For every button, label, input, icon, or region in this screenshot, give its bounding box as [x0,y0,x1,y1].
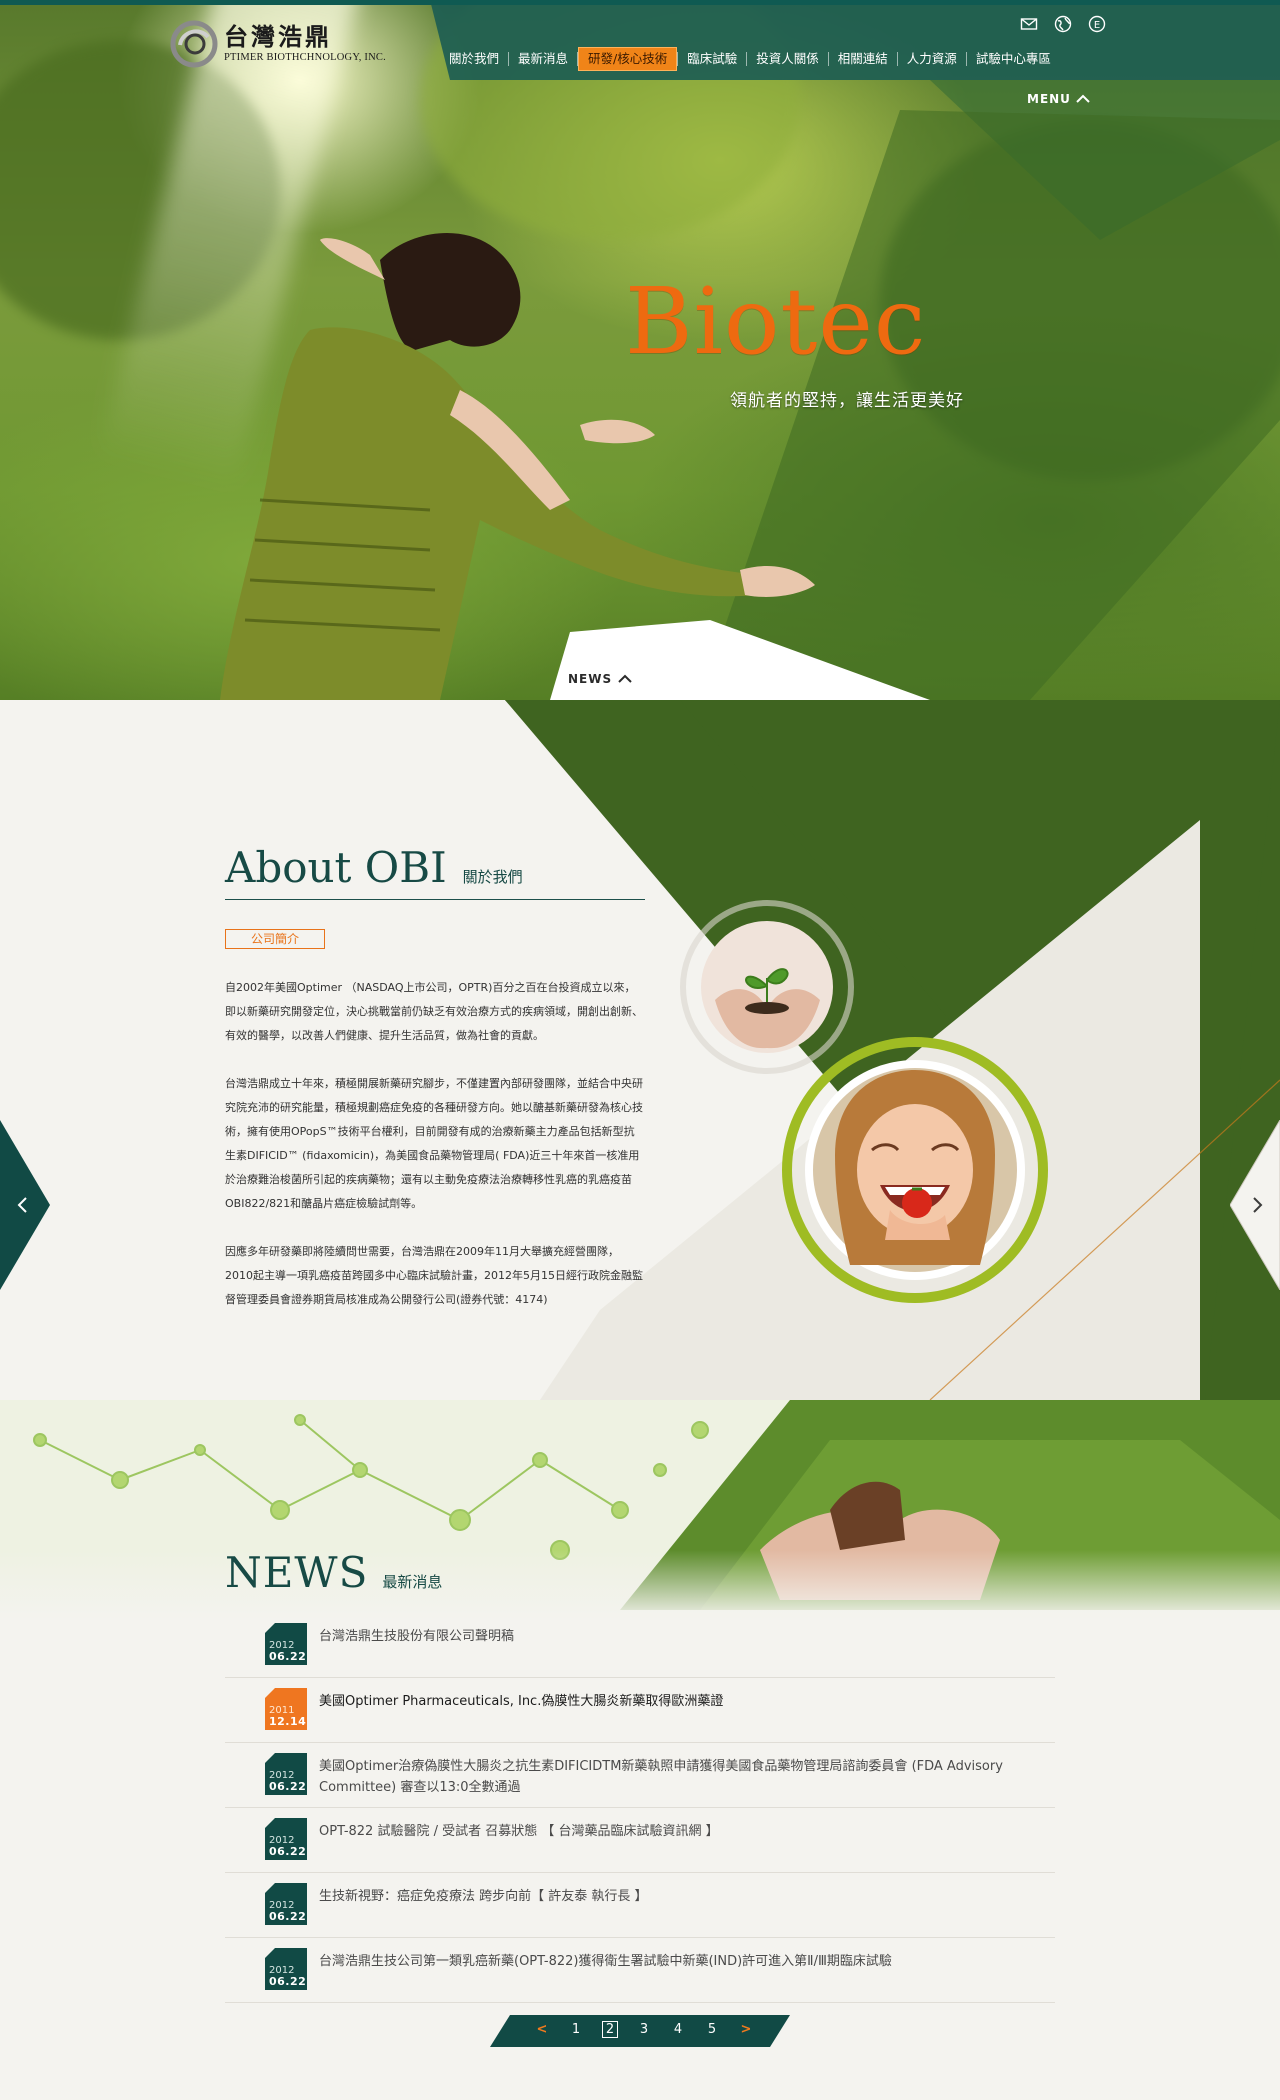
pager-page-2[interactable]: 2 [593,2020,627,2040]
language-e-icon[interactable]: E [1088,15,1106,33]
nav-item-2[interactable]: 研發/核心技術 [578,47,678,71]
news-tab-text: NEWS [568,672,613,686]
logo-swirl-icon [170,20,218,68]
pager-page-4[interactable]: 4 [661,2020,695,2040]
hero-title: Biotec [625,268,927,375]
hero-banner: 台灣浩鼎 PTIMER BIOTHCHNOLOGY, INC. E 關於我們 最新… [0,0,1280,700]
about-section: About OBI 關於我們 公司簡介 自2002年美國Optimer （NAS… [0,700,1280,1400]
news-headline[interactable]: 美國Optimer治療偽膜性大腸炎之抗生素DIFICIDTM新藥執照申請獲得美國… [319,1753,1009,1798]
news-headline[interactable]: 台灣浩鼎生技公司第一類乳癌新藥(OPT-822)獲得衛生署試驗中新藥(IND)許… [319,1948,892,1972]
about-heading: About OBI 關於我們 [225,840,645,900]
pager-page-5[interactable]: 5 [695,2020,729,2040]
news-tab-toggle[interactable]: NEWS [568,672,632,686]
news-heading: NEWS 最新消息 [225,1545,442,1601]
news-date: 06.22 [269,1780,307,1793]
logo-name-en: PTIMER BIOTHCHNOLOGY, INC. [224,52,386,63]
about-title-cn: 關於我們 [462,868,523,886]
news-date: 06.22 [269,1975,307,1988]
next-slide-button[interactable] [1230,1120,1280,1290]
menu-label: MENU [1027,92,1071,106]
nav-item-6[interactable]: 人力資源 [898,48,966,70]
news-headline[interactable]: 生技新視野：癌症免疫療法 跨步向前【 許友泰 執行長 】 [319,1883,648,1907]
girl-photo [782,1037,1048,1303]
pagination: <1 2 3 4 5 > [525,2020,763,2040]
news-date: 06.22 [269,1845,307,1858]
news-date-badge: 2012 06.22 [265,1818,307,1860]
about-paragraph-3: 因應多年研發藥即將陸續問世需要，台灣浩鼎在2009年11月大舉擴充經營團隊，20… [225,1245,643,1306]
pager-page-3[interactable]: 3 [627,2020,661,2040]
menu-toggle[interactable]: MENU [1027,92,1090,106]
news-date: 06.22 [269,1910,307,1923]
pager-next-button-label: > [740,2022,752,2037]
main-nav: 關於我們 最新消息 研發/核心技術 臨床試驗 投資人關係 相關連結 人力資源 試驗中心專區 [440,47,1060,71]
news-date-badge: 2012 06.22 [265,1753,307,1795]
news-item[interactable]: 2012 06.22 美國Optimer治療偽膜性大腸炎之抗生素DIFICIDTM新… [225,1743,1055,1808]
pager-next-button[interactable]: > [729,2020,763,2040]
utility-icons: E [1020,15,1106,33]
pager-prev-button[interactable]: < [525,2020,559,2040]
news-item[interactable]: 2012 06.22 生技新視野：癌症免疫療法 跨步向前【 許友泰 執行長 】 [225,1873,1055,1938]
news-title: NEWS [225,1548,369,1597]
pager-page-5-label: 5 [707,2022,717,2037]
site-logo[interactable]: 台灣浩鼎 PTIMER BIOTHCHNOLOGY, INC. [170,18,390,70]
nav-item-4[interactable]: 投資人關係 [747,48,828,70]
news-headline[interactable]: OPT-822 試驗醫院 / 受試者 召募狀態 【 台灣藥品臨床試驗資訊網 】 [319,1818,719,1842]
news-date-badge: 2012 06.22 [265,1883,307,1925]
news-date-badge: 2012 06.22 [265,1948,307,1990]
nav-item-1[interactable]: 最新消息 [509,48,577,70]
chevron-up-icon [618,674,632,683]
news-date: 06.22 [269,1650,307,1663]
hero-subtitle: 領航者的堅持，讓生活更美好 [730,391,964,411]
chevron-up-icon [1076,94,1090,103]
news-headline[interactable]: 美國Optimer Pharmaceuticals, Inc.偽膜性大腸炎新藥取… [319,1688,723,1712]
about-paragraph-1: 自2002年美國Optimer （NASDAQ上市公司，OPTR)百分之百在台投… [225,981,643,1042]
previous-slide-button[interactable] [0,1120,50,1290]
mail-icon[interactable] [1020,15,1038,33]
top-accent-line [0,0,1280,5]
nav-item-3[interactable]: 臨床試驗 [678,48,746,70]
nav-item-5[interactable]: 相關連結 [829,48,897,70]
news-item[interactable]: 2012 06.22 台灣浩鼎生技股份有限公司聲明稿 [225,1613,1055,1678]
pager-page-1[interactable]: 1 [559,2020,593,2040]
about-tag: 公司簡介 [225,929,325,949]
news-date-badge: 2012 06.22 [265,1623,307,1665]
language-e-label: E [1094,20,1100,31]
news-headline[interactable]: 台灣浩鼎生技股份有限公司聲明稿 [319,1623,514,1647]
news-tab-shape [550,620,930,700]
globe-icon[interactable] [1054,15,1072,33]
nav-item-0[interactable]: 關於我們 [440,48,508,70]
pager-page-3-label: 3 [639,2022,649,2037]
news-date: 12.14 [269,1715,307,1728]
logo-name-cn: 台灣浩鼎 [224,22,332,51]
pager-prev-button-label: < [536,2022,548,2037]
news-date-badge: 2011 12.14 [265,1688,307,1730]
news-item[interactable]: 2012 06.22 台灣浩鼎生技公司第一類乳癌新藥(OPT-822)獲得衛生署試驗… [225,1938,1055,2003]
pager-page-1-label: 1 [571,2022,581,2037]
pager-page-2-label: 2 [601,2021,619,2038]
news-banner-molecules [0,1400,1280,1620]
news-item[interactable]: 2011 12.14 美國Optimer Pharmaceuticals, Inc.… [225,1678,1055,1743]
news-section: NEWS 最新消息 2012 06.22 台灣浩鼎生技股份有限公司聲明稿 2011 12… [0,1400,1280,2100]
pager-page-4-label: 4 [673,2022,683,2037]
nav-item-7[interactable]: 試驗中心專區 [967,48,1060,70]
about-paragraph-2: 台灣浩鼎成立十年來，積極開展新藥研究腳步，不僅建置內部研發團隊，並結合中央研究院… [225,1077,643,1210]
news-title-cn: 最新消息 [382,1573,443,1591]
about-title: About OBI [225,843,447,892]
news-list: 2012 06.22 台灣浩鼎生技股份有限公司聲明稿 2011 12.14 美國Optim… [225,1613,1055,2003]
news-item[interactable]: 2012 06.22 OPT-822 試驗醫院 / 受試者 召募狀態 【 台灣藥品臨… [225,1808,1055,1873]
